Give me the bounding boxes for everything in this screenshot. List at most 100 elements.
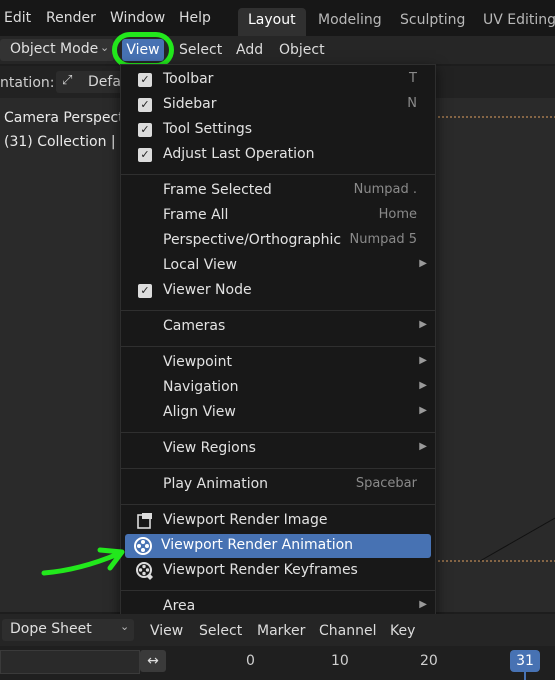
- editor-type-label: Dope Sheet: [10, 621, 92, 637]
- menu-item-perspective-orthographic[interactable]: Perspective/Orthographic Numpad 5: [123, 229, 433, 253]
- menu-item-label: Toolbar: [163, 71, 214, 87]
- object-mode-dropdown[interactable]: Object Mode ⌄: [0, 39, 114, 61]
- tab-uv-editing[interactable]: UV Editing: [473, 8, 555, 36]
- dopesheet-menu-key[interactable]: Key: [390, 623, 415, 639]
- checkbox-icon: ✓: [138, 73, 152, 87]
- menu-item-toolbar[interactable]: ✓ Toolbar T: [123, 68, 433, 92]
- menu-item-align-view[interactable]: Align View ▶: [123, 401, 433, 425]
- menu-separator: [121, 174, 435, 175]
- orientation-value: Defa: [88, 74, 121, 90]
- checkbox-icon: ✓: [138, 284, 152, 298]
- menu-item-viewport-render-animation[interactable]: Viewport Render Animation: [125, 534, 431, 558]
- menu-item-local-view[interactable]: Local View ▶: [123, 254, 433, 278]
- menu-separator: [121, 504, 435, 505]
- swap-arrows-icon[interactable]: ↔: [140, 650, 166, 672]
- dope-sheet-header: Dope Sheet ⌄ View Select Marker Channel …: [0, 614, 555, 646]
- menu-item-cameras[interactable]: Cameras ▶: [123, 315, 433, 339]
- shortcut-label: Numpad 5: [349, 232, 417, 247]
- submenu-arrow-icon: ▶: [419, 258, 427, 269]
- render-keyframes-icon: [136, 562, 153, 580]
- menu-render[interactable]: Render: [46, 10, 96, 26]
- shortcut-label: Numpad .: [353, 182, 417, 197]
- frame-tick-label: 20: [420, 653, 438, 669]
- frame-tick-label: 0: [246, 653, 255, 669]
- menu-separator: [121, 590, 435, 591]
- shortcut-label: T: [409, 71, 417, 86]
- submenu-arrow-icon: ▶: [419, 599, 427, 610]
- menu-item-label: Align View: [163, 404, 236, 420]
- tab-layout[interactable]: Layout: [238, 8, 306, 36]
- shortcut-label: N: [407, 96, 417, 111]
- menu-item-label: Frame Selected: [163, 182, 272, 198]
- menu-item-label: Viewport Render Animation: [161, 537, 354, 553]
- object-mode-label: Object Mode: [10, 41, 99, 57]
- chevron-down-icon: ⌄: [100, 41, 110, 54]
- channel-search-field[interactable]: [0, 650, 140, 674]
- menu-item-navigation[interactable]: Navigation ▶: [123, 376, 433, 400]
- current-frame-indicator[interactable]: 31: [510, 650, 540, 672]
- menu-item-label: View Regions: [163, 440, 256, 456]
- menu-item-frame-all[interactable]: Frame All Home: [123, 204, 433, 228]
- tab-modeling[interactable]: Modeling: [308, 8, 392, 36]
- tab-sculpting[interactable]: Sculpting: [390, 8, 475, 36]
- menu-add[interactable]: Add: [236, 42, 263, 58]
- view-dropdown-menu: ✓ Toolbar T ✓ Sidebar N ✓ Tool Settings …: [120, 64, 436, 628]
- orientation-dropdown[interactable]: ⤢ Defa: [56, 71, 126, 93]
- menu-item-label: Local View: [163, 257, 237, 273]
- top-bar: Edit Render Window Help Layout Modeling …: [0, 0, 555, 36]
- menu-item-label: Viewport Render Keyframes: [163, 562, 358, 578]
- menu-item-label: Navigation: [163, 379, 239, 395]
- menu-item-label: Viewpoint: [163, 354, 232, 370]
- menu-item-tool-settings[interactable]: ✓ Tool Settings: [123, 118, 433, 142]
- menu-item-label: Cameras: [163, 318, 226, 334]
- menu-item-label: Sidebar: [163, 96, 217, 112]
- render-animation-icon: [134, 537, 152, 555]
- menu-item-frame-selected[interactable]: Frame Selected Numpad .: [123, 179, 433, 203]
- menu-item-label: Play Animation: [163, 476, 269, 492]
- chevron-down-icon: ⌄: [120, 620, 130, 633]
- menu-select[interactable]: Select: [179, 42, 222, 58]
- menu-item-viewpoint[interactable]: Viewpoint ▶: [123, 351, 433, 375]
- menu-separator: [121, 310, 435, 311]
- checkbox-icon: ✓: [138, 148, 152, 162]
- menu-item-label: Area: [163, 598, 196, 614]
- submenu-arrow-icon: ▶: [419, 405, 427, 416]
- menu-item-label: Adjust Last Operation: [163, 146, 315, 162]
- menu-item-label: Perspective/Orthographic: [163, 232, 342, 248]
- editor-type-dropdown[interactable]: Dope Sheet ⌄: [2, 619, 134, 641]
- menu-separator: [121, 346, 435, 347]
- submenu-arrow-icon: ▶: [419, 441, 427, 452]
- frame-tick-label: 10: [331, 653, 349, 669]
- shortcut-label: Home: [378, 207, 417, 222]
- dopesheet-menu-marker[interactable]: Marker: [257, 623, 305, 639]
- shortcut-label: Spacebar: [355, 476, 417, 491]
- menu-item-label: Viewer Node: [163, 282, 252, 298]
- menu-item-label: Viewport Render Image: [163, 512, 328, 528]
- menu-item-play-animation[interactable]: Play Animation Spacebar: [123, 473, 433, 497]
- dopesheet-menu-select[interactable]: Select: [199, 623, 242, 639]
- dopesheet-menu-channel[interactable]: Channel: [319, 623, 376, 639]
- checkbox-icon: ✓: [138, 98, 152, 112]
- submenu-arrow-icon: ▶: [419, 355, 427, 366]
- checkbox-icon: ✓: [138, 123, 152, 137]
- menu-edit[interactable]: Edit: [4, 10, 31, 26]
- menu-window[interactable]: Window: [110, 10, 165, 26]
- orientation-label: ntation:: [0, 75, 55, 91]
- menu-item-sidebar[interactable]: ✓ Sidebar N: [123, 93, 433, 117]
- menu-item-adjust-last-operation[interactable]: ✓ Adjust Last Operation: [123, 143, 433, 167]
- submenu-arrow-icon: ▶: [419, 319, 427, 330]
- timeline-area[interactable]: ↔ 0 10 20 31: [0, 646, 555, 680]
- menu-help[interactable]: Help: [179, 10, 211, 26]
- menu-item-viewport-render-keyframes[interactable]: Viewport Render Keyframes: [123, 559, 433, 583]
- menu-item-viewport-render-image[interactable]: Viewport Render Image: [123, 509, 433, 533]
- annotation-circle: [112, 32, 174, 68]
- menu-item-label: Frame All: [163, 207, 229, 223]
- menu-item-viewer-node[interactable]: ✓ Viewer Node: [123, 279, 433, 303]
- submenu-arrow-icon: ▶: [419, 380, 427, 391]
- playhead-line: [524, 672, 526, 680]
- render-image-icon: [137, 513, 152, 529]
- menu-object[interactable]: Object: [279, 42, 325, 58]
- annotation-arrow: [41, 547, 125, 576]
- menu-item-view-regions[interactable]: View Regions ▶: [123, 437, 433, 461]
- dopesheet-menu-view[interactable]: View: [150, 623, 183, 639]
